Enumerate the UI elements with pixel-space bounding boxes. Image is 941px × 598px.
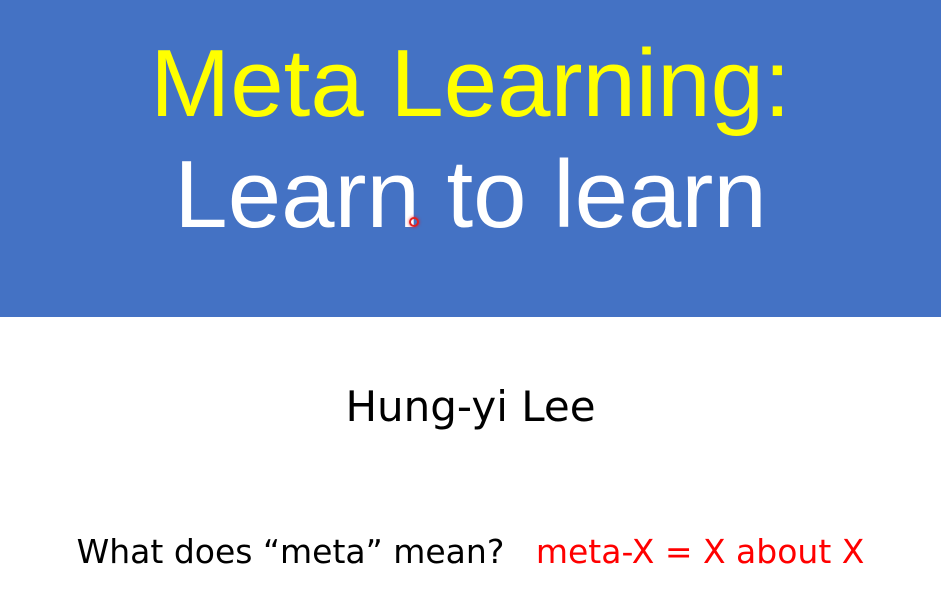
question-line: What does “meta” mean? meta-X = X about … xyxy=(0,530,941,574)
question-spacer xyxy=(515,532,526,571)
definition-text: meta-X = X about X xyxy=(535,532,865,571)
laser-pointer-icon xyxy=(409,217,419,227)
slide: Meta Learning: Learn to learn Hung-yi Le… xyxy=(0,0,941,598)
question-text: What does “meta” mean? xyxy=(76,532,505,571)
author-name: Hung-yi Lee xyxy=(345,382,596,431)
title-band: Meta Learning: Learn to learn xyxy=(0,0,941,317)
slide-title-line-2: Learn to learn xyxy=(174,141,767,248)
slide-title-line-1: Meta Learning: xyxy=(150,30,791,137)
